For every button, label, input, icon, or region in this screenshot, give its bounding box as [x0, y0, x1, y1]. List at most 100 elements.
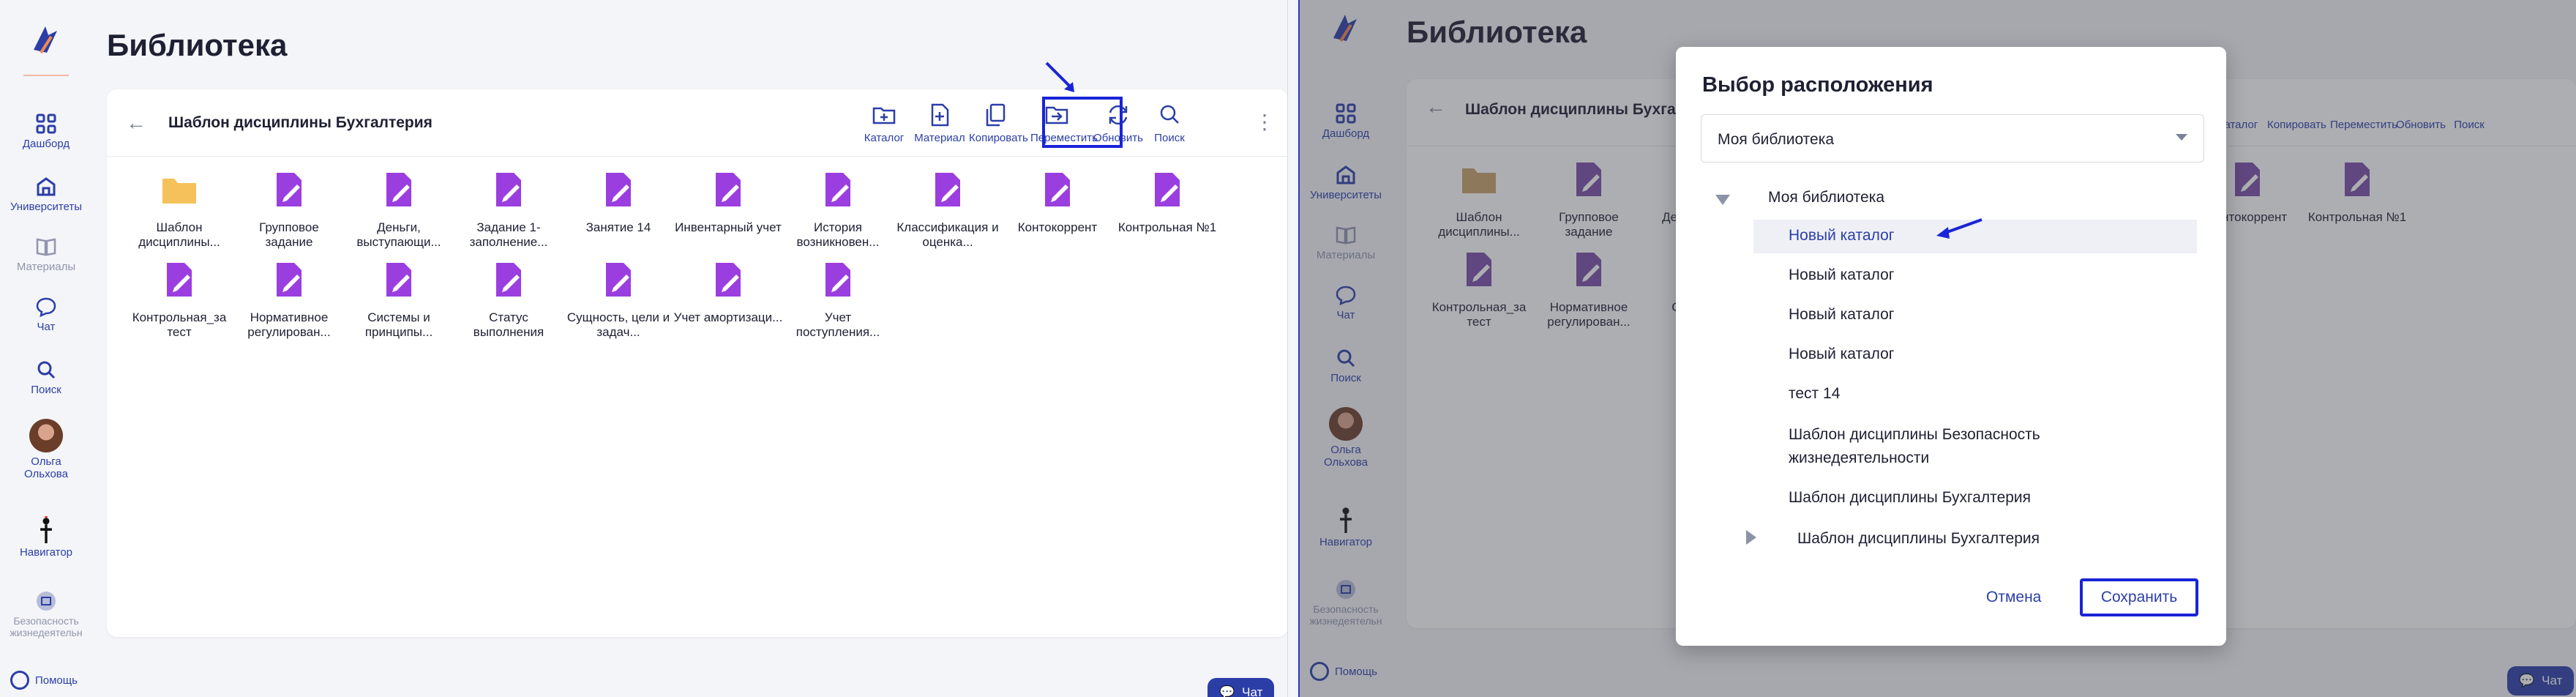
document-edit-icon — [716, 263, 741, 297]
grid-icon — [36, 113, 56, 134]
toolbar-label: Поиск — [1154, 132, 1185, 144]
material-item[interactable]: Статус выполнения — [454, 260, 564, 340]
copy-icon — [986, 103, 1006, 127]
document-edit-icon — [606, 263, 631, 297]
material-item[interactable]: Учет поступления... — [783, 260, 893, 340]
more-menu-icon[interactable]: ⋮ — [1254, 110, 1275, 134]
dialog-title: Выбор расположения — [1702, 73, 1933, 97]
sidebar-item-dashboard[interactable]: Дашборд — [0, 113, 92, 150]
location-select-value: Моя библиотека — [1718, 131, 1835, 148]
save-button[interactable]: Сохранить — [2080, 578, 2198, 616]
tree-item[interactable]: Новый каталог — [1789, 346, 1894, 363]
material-item[interactable]: Системы и принципы... — [344, 260, 454, 340]
item-label: Системы и принципы... — [364, 310, 433, 339]
tree-item[interactable]: тест 14 — [1789, 385, 1840, 403]
annotation-arrow-icon — [1045, 61, 1074, 92]
tree-expand-icon[interactable] — [1746, 530, 1756, 545]
copy-button[interactable]: Копировать — [969, 102, 1028, 144]
create-material-button[interactable]: Материал — [913, 102, 966, 144]
item-label: Контокоррент — [1017, 220, 1098, 234]
sidebar: Дашборд Университеты Материалы Чат Поиск… — [0, 0, 92, 697]
material-item[interactable]: Инвентарный учет — [673, 170, 783, 250]
document-edit-icon — [1155, 173, 1180, 206]
search-button[interactable]: Поиск — [1143, 102, 1196, 144]
sidebar-item-label: Безопасность жизнедеятельн — [10, 615, 83, 638]
location-select[interactable]: Моя библиотека — [1701, 114, 2204, 163]
sidebar-item-chat[interactable]: Чат — [0, 296, 92, 333]
material-item[interactable]: Деньги, выступающи... — [344, 170, 454, 250]
logo-icon — [34, 26, 57, 54]
item-label: Сущность, цели и задач... — [566, 310, 670, 339]
item-label: Деньги, выступающи... — [356, 220, 441, 249]
document-edit-icon — [496, 173, 521, 206]
search-icon — [1160, 105, 1179, 124]
library-screen-after: Дашборд Университеты Материалы Чат Поиск… — [1300, 0, 2576, 697]
item-label: Групповое задание — [259, 220, 319, 249]
sidebar-item-materials[interactable]: Материалы — [0, 236, 92, 273]
tree-item[interactable]: Новый каталог — [1789, 266, 1894, 284]
sidebar-item-course[interactable]: Безопасность жизнедеятельн — [0, 590, 92, 638]
document-edit-icon — [167, 263, 192, 297]
cancel-button[interactable]: Отмена — [1986, 589, 2041, 606]
document-edit-icon — [496, 263, 521, 297]
move-button-highlight — [1042, 97, 1123, 148]
sidebar-item-navigator[interactable]: Навигатор — [0, 514, 92, 559]
choose-location-dialog: Выбор расположения Моя библиотека Моя би… — [1676, 47, 2226, 646]
sidebar-item-profile[interactable]: Ольга Ольхова — [0, 419, 92, 480]
folder-icon — [162, 179, 196, 204]
tree-item[interactable]: Новый каталог — [1789, 227, 1894, 245]
annotation-arrow-icon — [1936, 218, 1982, 239]
navigator-icon — [40, 516, 52, 543]
tree-root[interactable]: Моя библиотека — [1768, 189, 1884, 206]
sidebar-item-universities[interactable]: Университеты — [0, 176, 92, 213]
library-screen-before: Дашборд Университеты Материалы Чат Поиск… — [0, 0, 1288, 697]
folder-item[interactable]: Шаблон дисциплины... — [124, 170, 234, 250]
book-icon — [36, 238, 56, 256]
file-plus-icon — [931, 103, 949, 127]
back-arrow-icon[interactable]: ← — [126, 111, 146, 135]
material-item[interactable]: История возникновен... — [783, 170, 893, 250]
sidebar-accent-line — [23, 75, 69, 76]
material-item[interactable]: Контокоррент — [1003, 170, 1112, 250]
toolbar-label: Материал — [914, 132, 965, 144]
item-label: Занятие 14 — [585, 220, 651, 234]
material-item[interactable]: Занятие 14 — [564, 170, 673, 250]
help-link[interactable]: Помощь — [10, 671, 78, 690]
chevron-down-icon — [2176, 134, 2187, 141]
document-edit-icon — [1045, 173, 1070, 206]
chat-button[interactable]: 💬 Чат — [1208, 678, 1275, 697]
document-edit-icon — [825, 173, 850, 206]
material-item[interactable]: Задание 1-заполнение... — [454, 170, 564, 250]
item-label: Контрольная_за тест — [132, 310, 227, 339]
document-edit-icon — [825, 263, 850, 297]
material-item[interactable]: Групповое задание — [234, 170, 344, 250]
document-edit-icon — [716, 173, 741, 206]
sidebar-item-search[interactable]: Поиск — [0, 359, 92, 396]
material-item[interactable]: Учет амортизаци... — [673, 260, 783, 340]
bank-icon — [37, 177, 56, 196]
create-catalog-button[interactable]: Каталог — [858, 102, 910, 144]
material-item[interactable]: Классификация и оценка... — [893, 170, 1003, 250]
tree-item[interactable]: Шаблон дисциплины Бухгалтерия — [1797, 530, 2040, 548]
item-label: Контрольная №1 — [1117, 220, 1217, 234]
page-title: Библиотека — [107, 28, 288, 62]
document-edit-icon — [386, 263, 411, 297]
library-card: ← Шаблон дисциплины Бухгалтерия Каталог … — [107, 89, 1287, 637]
item-label: Учет поступления... — [795, 310, 880, 339]
help-label: Помощь — [35, 674, 78, 687]
tree-item[interactable]: Шаблон дисциплины Бухгалтерия — [1789, 489, 2031, 507]
material-item[interactable]: Контрольная №1 — [1112, 170, 1222, 250]
sidebar-item-label: Поиск — [31, 384, 61, 396]
document-edit-icon — [277, 173, 302, 206]
tree-item[interactable]: Новый каталог — [1789, 306, 1894, 324]
item-label: Статус выполнения — [473, 310, 544, 339]
material-item[interactable]: Нормативное регулирован... — [234, 260, 344, 340]
material-item[interactable]: Сущность, цели и задач... — [564, 260, 673, 340]
tree-item[interactable]: Шаблон дисциплины Безопасность жизнедеят… — [1789, 423, 2067, 470]
material-item[interactable]: Контрольная_за тест — [124, 260, 234, 340]
sidebar-item-label: Дашборд — [22, 138, 70, 150]
toolbar-label: Копировать — [969, 132, 1028, 144]
sidebar-item-label: Университеты — [10, 201, 83, 213]
tree-collapse-icon[interactable] — [1715, 195, 1730, 205]
document-edit-icon — [606, 173, 631, 206]
